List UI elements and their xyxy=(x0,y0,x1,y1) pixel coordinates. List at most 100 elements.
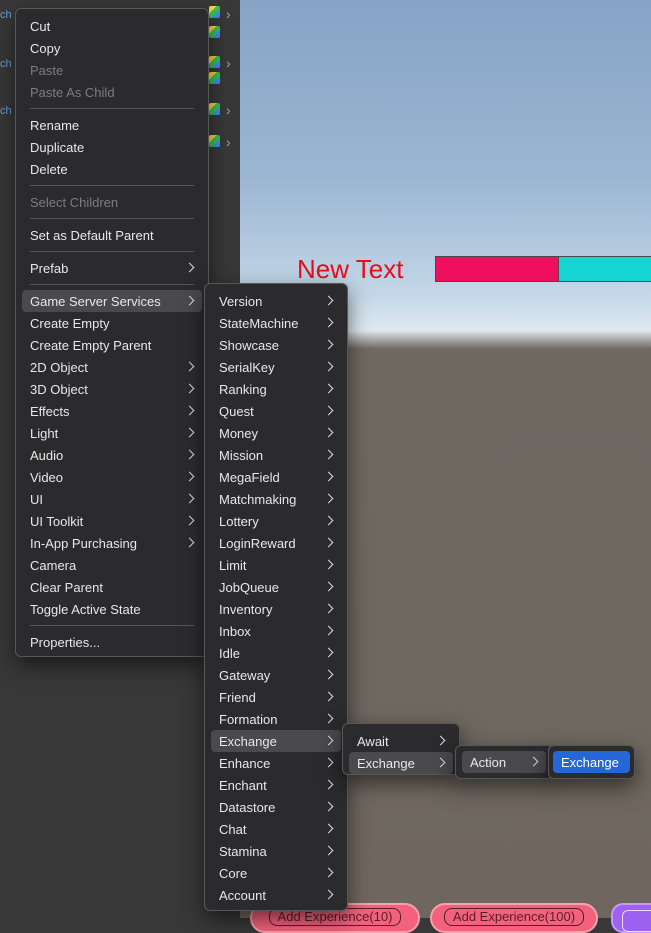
action-submenu: Action xyxy=(455,745,553,779)
menu-item-action-exchange[interactable]: Exchange xyxy=(553,751,630,773)
menu-item-properties[interactable]: Properties... xyxy=(22,631,202,653)
menu-item-showcase[interactable]: Showcase xyxy=(211,334,341,356)
menu-item-chat[interactable]: Chat xyxy=(211,818,341,840)
menu-item-enhance[interactable]: Enhance xyxy=(211,752,341,774)
menu-item-prefab[interactable]: Prefab xyxy=(22,257,202,279)
menu-item-3d-object[interactable]: 3D Object xyxy=(22,378,202,400)
menu-item-exchange[interactable]: Exchange xyxy=(211,730,341,752)
chevron-right-icon xyxy=(435,735,446,746)
menu-item-label: Clear Parent xyxy=(30,580,103,595)
chevron-right-icon xyxy=(323,757,334,768)
menu-item-statemachine[interactable]: StateMachine xyxy=(211,312,341,334)
menu-item-exchange[interactable]: Exchange xyxy=(349,752,453,774)
menu-item-video[interactable]: Video xyxy=(22,466,202,488)
chevron-right-icon xyxy=(323,735,334,746)
add-experience-100-button[interactable]: Add Experience(100) xyxy=(430,903,598,933)
menu-item-copy[interactable]: Copy xyxy=(22,37,202,59)
chevron-right-icon xyxy=(184,405,195,416)
menu-item-toggle-active-state[interactable]: Toggle Active State xyxy=(22,598,202,620)
experience-bar-fill xyxy=(436,257,560,281)
menu-item-enchant[interactable]: Enchant xyxy=(211,774,341,796)
menu-item-set-default-parent[interactable]: Set as Default Parent xyxy=(22,224,202,246)
chevron-right-icon xyxy=(184,537,195,548)
menu-item-label: Limit xyxy=(219,558,247,573)
menu-item-label: Audio xyxy=(30,448,64,463)
menu-item-game-server-services[interactable]: Game Server Services xyxy=(22,290,202,312)
menu-separator xyxy=(30,251,194,252)
menu-item-label: Create Empty Parent xyxy=(30,338,152,353)
menu-item-create-empty-parent[interactable]: Create Empty Parent xyxy=(22,334,202,356)
chevron-right-icon xyxy=(323,845,334,856)
experience-bar xyxy=(435,256,651,282)
menu-item-friend[interactable]: Friend xyxy=(211,686,341,708)
menu-item-label: Select Children xyxy=(30,195,119,210)
new-text-label: New Text xyxy=(297,254,404,284)
menu-item-action[interactable]: Action xyxy=(462,751,546,773)
menu-item-inventory[interactable]: Inventory xyxy=(211,598,341,620)
game-server-services-submenu: Version StateMachine Showcase SerialKey Rank… xyxy=(204,283,348,911)
menu-item-core[interactable]: Core xyxy=(211,862,341,884)
menu-item-matchmaking[interactable]: Matchmaking xyxy=(211,488,341,510)
menu-item-delete[interactable]: Delete xyxy=(22,158,202,180)
menu-item-duplicate[interactable]: Duplicate xyxy=(22,136,202,158)
menu-item-label: Set as Default Parent xyxy=(30,228,154,243)
prefab-icon xyxy=(209,135,220,147)
menu-item-ranking[interactable]: Ranking xyxy=(211,378,341,400)
menu-item-account[interactable]: Account xyxy=(211,884,341,906)
menu-item-effects[interactable]: Effects xyxy=(22,400,202,422)
menu-item-label: In-App Purchasing xyxy=(30,536,137,551)
menu-item-stamina[interactable]: Stamina xyxy=(211,840,341,862)
menu-item-label: Money xyxy=(219,426,259,441)
chevron-right-icon[interactable]: › xyxy=(226,6,231,22)
menu-item-create-empty[interactable]: Create Empty xyxy=(22,312,202,334)
menu-item-label: Chat xyxy=(219,822,247,837)
menu-item-formation[interactable]: Formation xyxy=(211,708,341,730)
menu-item-label: Showcase xyxy=(219,338,279,353)
menu-item-light[interactable]: Light xyxy=(22,422,202,444)
menu-item-label: Exchange xyxy=(357,756,415,771)
chevron-right-icon xyxy=(323,361,334,372)
menu-item-label: Delete xyxy=(30,162,68,177)
chevron-right-icon xyxy=(184,515,195,526)
menu-item-megafield[interactable]: MegaField xyxy=(211,466,341,488)
menu-item-serialkey[interactable]: SerialKey xyxy=(211,356,341,378)
hierarchy-row-label: ch xyxy=(0,9,12,21)
menu-item-clear-parent[interactable]: Clear Parent xyxy=(22,576,202,598)
chevron-right-icon xyxy=(323,449,334,460)
menu-item-inbox[interactable]: Inbox xyxy=(211,620,341,642)
chevron-right-icon xyxy=(323,339,334,350)
menu-item-label: UI Toolkit xyxy=(30,514,84,529)
menu-item-ui[interactable]: UI xyxy=(22,488,202,510)
menu-item-lottery[interactable]: Lottery xyxy=(211,510,341,532)
chevron-right-icon[interactable]: › xyxy=(226,102,231,118)
menu-item-version[interactable]: Version xyxy=(211,290,341,312)
purple-button[interactable] xyxy=(611,903,651,933)
menu-item-label: Camera xyxy=(30,558,77,573)
chevron-right-icon[interactable]: › xyxy=(226,134,231,150)
menu-item-jobqueue[interactable]: JobQueue xyxy=(211,576,341,598)
menu-item-limit[interactable]: Limit xyxy=(211,554,341,576)
menu-item-audio[interactable]: Audio xyxy=(22,444,202,466)
menu-item-mission[interactable]: Mission xyxy=(211,444,341,466)
menu-item-label: Cut xyxy=(30,19,51,34)
menu-item-datastore[interactable]: Datastore xyxy=(211,796,341,818)
menu-item-cut[interactable]: Cut xyxy=(22,15,202,37)
menu-item-label: Idle xyxy=(219,646,240,661)
menu-item-await[interactable]: Await xyxy=(349,730,453,752)
menu-item-quest[interactable]: Quest xyxy=(211,400,341,422)
menu-item-label: UI xyxy=(30,492,43,507)
menu-item-label: SerialKey xyxy=(219,360,275,375)
menu-item-idle[interactable]: Idle xyxy=(211,642,341,664)
menu-item-money[interactable]: Money xyxy=(211,422,341,444)
chevron-right-icon xyxy=(323,647,334,658)
menu-item-ui-toolkit[interactable]: UI Toolkit xyxy=(22,510,202,532)
menu-item-rename[interactable]: Rename xyxy=(22,114,202,136)
menu-item-label: Quest xyxy=(219,404,254,419)
menu-item-in-app-purchasing[interactable]: In-App Purchasing xyxy=(22,532,202,554)
menu-item-label: Action xyxy=(470,755,507,770)
menu-separator xyxy=(30,218,194,219)
menu-item-2d-object[interactable]: 2D Object xyxy=(22,356,202,378)
menu-item-loginreward[interactable]: LoginReward xyxy=(211,532,341,554)
menu-item-gateway[interactable]: Gateway xyxy=(211,664,341,686)
menu-item-camera[interactable]: Camera xyxy=(22,554,202,576)
